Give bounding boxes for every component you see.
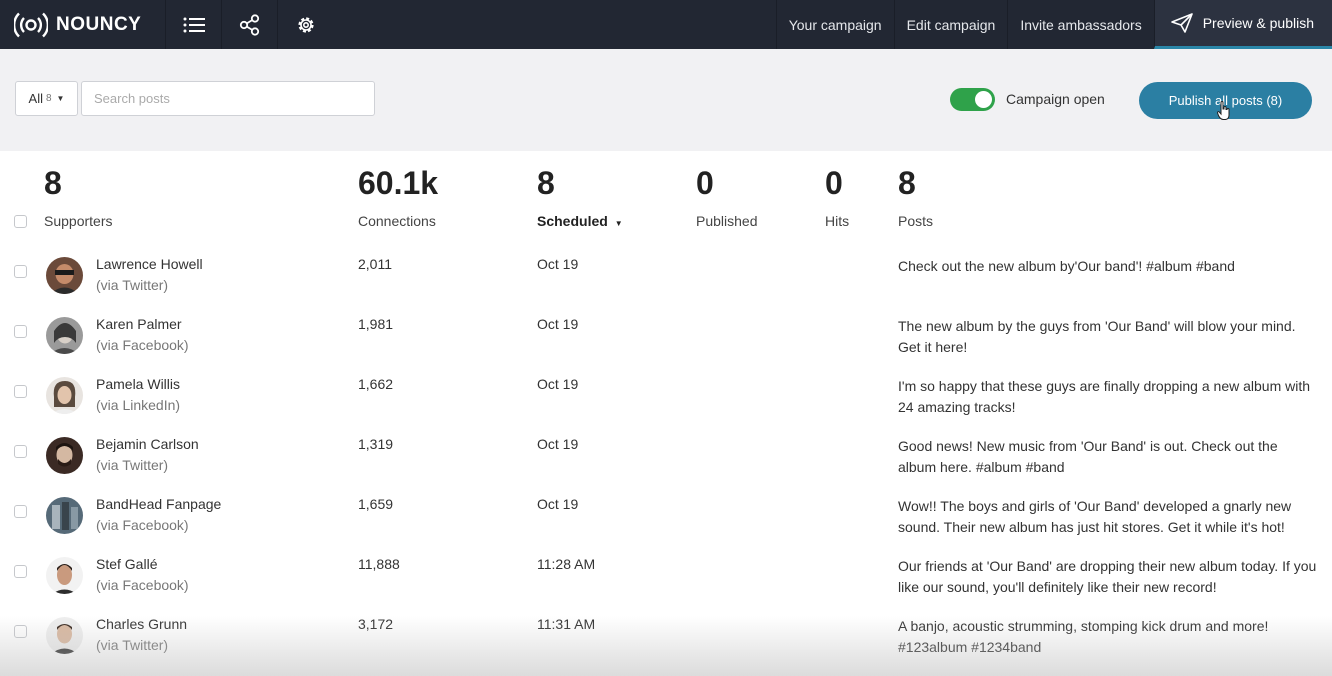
column-scheduled[interactable]: Scheduled ▼ (537, 213, 623, 229)
connections-value: 1,319 (358, 436, 394, 452)
column-connections[interactable]: Connections (358, 213, 436, 229)
post-text: The new album by the guys from 'Our Band… (898, 318, 1296, 355)
table-row[interactable]: Karen Palmer (via Facebook) 1,981 Oct 19… (0, 313, 1332, 373)
row-checkbox[interactable] (14, 325, 27, 338)
select-all-checkbox[interactable] (14, 215, 27, 228)
avatar (46, 617, 83, 654)
scheduled-value: 11:28 AM (537, 556, 596, 572)
scheduled-value: Oct 19 (537, 316, 579, 332)
nav-edit-campaign[interactable]: Edit campaign (893, 0, 1008, 49)
avatar (46, 437, 83, 474)
scheduled-value: Oct 19 (537, 436, 579, 452)
gear-icon (297, 16, 314, 33)
column-posts[interactable]: Posts (898, 213, 933, 229)
toggle-knob (975, 91, 992, 108)
scheduled-value: 11:31 AM (537, 616, 596, 632)
campaign-open-toggle[interactable] (950, 88, 995, 111)
table-row[interactable]: Lawrence Howell (via Twitter) 2,011 Oct … (0, 253, 1332, 313)
caret-down-icon: ▼ (56, 94, 65, 103)
row-checkbox[interactable] (14, 625, 27, 638)
nav-your-campaign[interactable]: Your campaign (775, 0, 894, 49)
campaign-open-label: Campaign open (1006, 91, 1105, 107)
post-text: Wow!! The boys and girls of 'Our Band' d… (898, 498, 1292, 535)
avatar (46, 377, 83, 414)
stat-published-value: 0 (696, 165, 714, 201)
stat-scheduled-value: 8 (537, 165, 555, 201)
row-checkbox[interactable] (14, 385, 27, 398)
scheduled-value: Oct 19 (537, 256, 579, 272)
app-name: NOUNCY (56, 13, 142, 35)
nav-preview-publish-label: Preview & publish (1202, 15, 1314, 31)
nav-preview-publish[interactable]: Preview & publish (1153, 0, 1332, 49)
table-row[interactable]: Stef Gallé (via Facebook) 11,888 11:28 A… (0, 553, 1332, 613)
supporter-name: Lawrence Howell (96, 256, 203, 272)
post-text: A banjo, acoustic strumming, stomping ki… (898, 618, 1269, 655)
row-checkbox[interactable] (14, 565, 27, 578)
filter-label: All (28, 91, 43, 106)
connections-value: 1,659 (358, 496, 394, 512)
stat-posts-value: 8 (898, 165, 916, 201)
post-text: Our friends at 'Our Band' are dropping t… (898, 558, 1317, 595)
column-hits[interactable]: Hits (825, 213, 849, 229)
supporter-name: Stef Gallé (96, 556, 158, 572)
scheduled-value: Oct 19 (537, 376, 579, 392)
supporter-name: Bejamin Carlson (96, 436, 199, 452)
supporter-name: Charles Grunn (96, 616, 188, 632)
row-checkbox[interactable] (14, 445, 27, 458)
list-icon (183, 17, 205, 32)
avatar (46, 497, 83, 534)
search-input[interactable] (81, 81, 375, 116)
connections-value: 3,172 (358, 616, 394, 632)
supporter-network: (via Twitter) (96, 637, 169, 653)
avatar (46, 317, 83, 354)
avatar (46, 257, 83, 294)
supporter-network: (via Facebook) (96, 577, 189, 593)
top-nav: NOUNCY Your campaign Edit campaign Invit… (0, 0, 1332, 49)
supporter-network: (via Facebook) (96, 517, 189, 533)
stat-connections-value: 60.1k (358, 165, 439, 201)
supporter-network: (via Twitter) (96, 457, 169, 473)
table-row[interactable]: Charles Grunn (via Twitter) 3,172 11:31 … (0, 613, 1332, 673)
sort-caret-icon: ▼ (614, 219, 623, 228)
stat-hits-value: 0 (825, 165, 843, 201)
settings-button[interactable] (277, 0, 333, 49)
scheduled-value: Oct 19 (537, 496, 579, 512)
list-menu-button[interactable] (165, 0, 221, 49)
supporter-name: Karen Palmer (96, 316, 182, 332)
row-checkbox[interactable] (14, 505, 27, 518)
post-text: Check out the new album by'Our band'! #a… (898, 258, 1235, 274)
broadcast-icon (14, 10, 48, 40)
avatar (46, 557, 83, 594)
filter-count: 8 (45, 93, 52, 104)
connections-value: 1,981 (358, 316, 394, 332)
filter-dropdown[interactable]: All 8 ▼ (15, 81, 78, 116)
stat-supporters-value: 8 (44, 165, 62, 201)
table-row[interactable]: BandHead Fanpage (via Facebook) 1,659 Oc… (0, 493, 1332, 553)
table-row[interactable]: Pamela Willis (via LinkedIn) 1,662 Oct 1… (0, 373, 1332, 433)
connections-value: 1,662 (358, 376, 394, 392)
paper-plane-icon (1170, 13, 1193, 33)
column-published[interactable]: Published (696, 213, 758, 229)
toolbar: All 8 ▼ Campaign open Publish all posts … (0, 49, 1332, 151)
post-text: Good news! New music from 'Our Band' is … (898, 438, 1278, 475)
column-supporters[interactable]: Supporters (44, 213, 112, 229)
share-button[interactable] (221, 0, 277, 49)
supporter-name: Pamela Willis (96, 376, 181, 392)
supporter-network: (via Twitter) (96, 277, 169, 293)
supporter-network: (via Facebook) (96, 337, 189, 353)
supporter-network: (via LinkedIn) (96, 397, 181, 413)
hand-cursor-icon (1217, 101, 1230, 120)
row-checkbox[interactable] (14, 265, 27, 278)
supporter-name: BandHead Fanpage (96, 496, 222, 512)
connections-value: 11,888 (358, 556, 400, 572)
logo[interactable]: NOUNCY (0, 0, 165, 49)
share-icon (239, 13, 259, 36)
table-row[interactable]: Bejamin Carlson (via Twitter) 1,319 Oct … (0, 433, 1332, 493)
connections-value: 2,011 (358, 256, 392, 272)
column-scheduled-label: Scheduled (537, 213, 608, 229)
post-text: I'm so happy that these guys are finally… (898, 378, 1311, 415)
nav-invite-ambassadors[interactable]: Invite ambassadors (1007, 0, 1153, 49)
